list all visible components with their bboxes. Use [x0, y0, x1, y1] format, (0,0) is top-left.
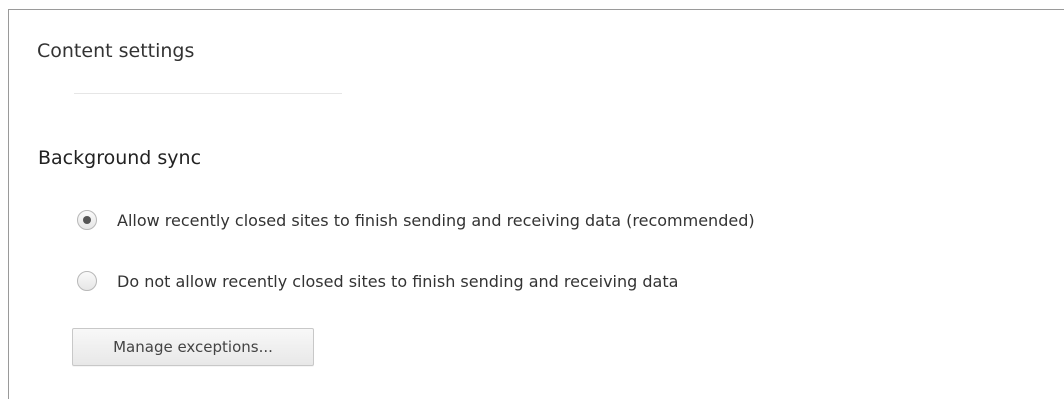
radio-button-selected-icon[interactable]	[77, 210, 97, 230]
dialog-title: Content settings	[37, 40, 195, 62]
radio-button-unselected-icon[interactable]	[77, 271, 97, 291]
content-settings-dialog: Content settings Background sync Allow r…	[8, 9, 1064, 399]
radio-dot	[83, 216, 91, 224]
radio-option-block[interactable]: Do not allow recently closed sites to fi…	[77, 267, 678, 295]
radio-label-block: Do not allow recently closed sites to fi…	[117, 271, 679, 291]
manage-exceptions-button[interactable]: Manage exceptions...	[72, 328, 314, 366]
radio-label-allow: Allow recently closed sites to finish se…	[117, 210, 755, 230]
title-divider	[74, 93, 342, 94]
radio-option-allow[interactable]: Allow recently closed sites to finish se…	[77, 206, 755, 234]
background-sync-heading: Background sync	[38, 147, 202, 169]
